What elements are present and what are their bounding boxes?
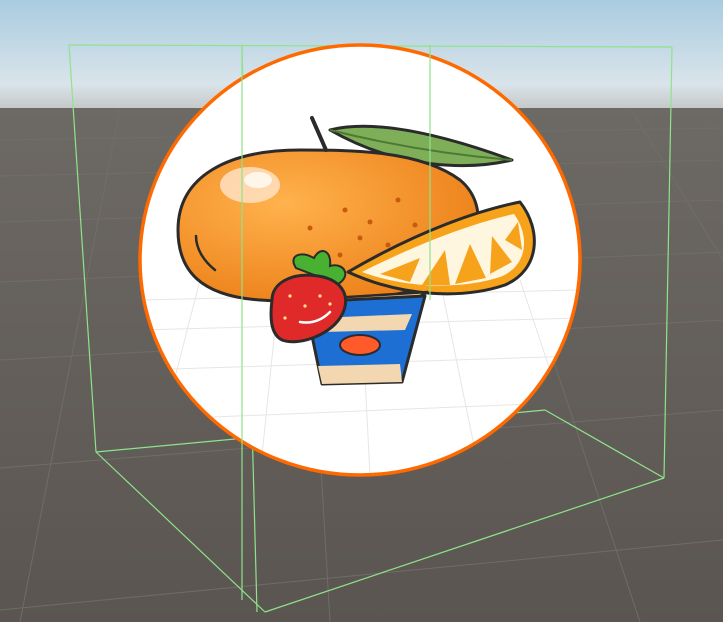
scene-canvas[interactable] bbox=[0, 0, 723, 622]
sprite-object[interactable] bbox=[138, 43, 582, 477]
scene-viewport[interactable] bbox=[0, 0, 723, 622]
